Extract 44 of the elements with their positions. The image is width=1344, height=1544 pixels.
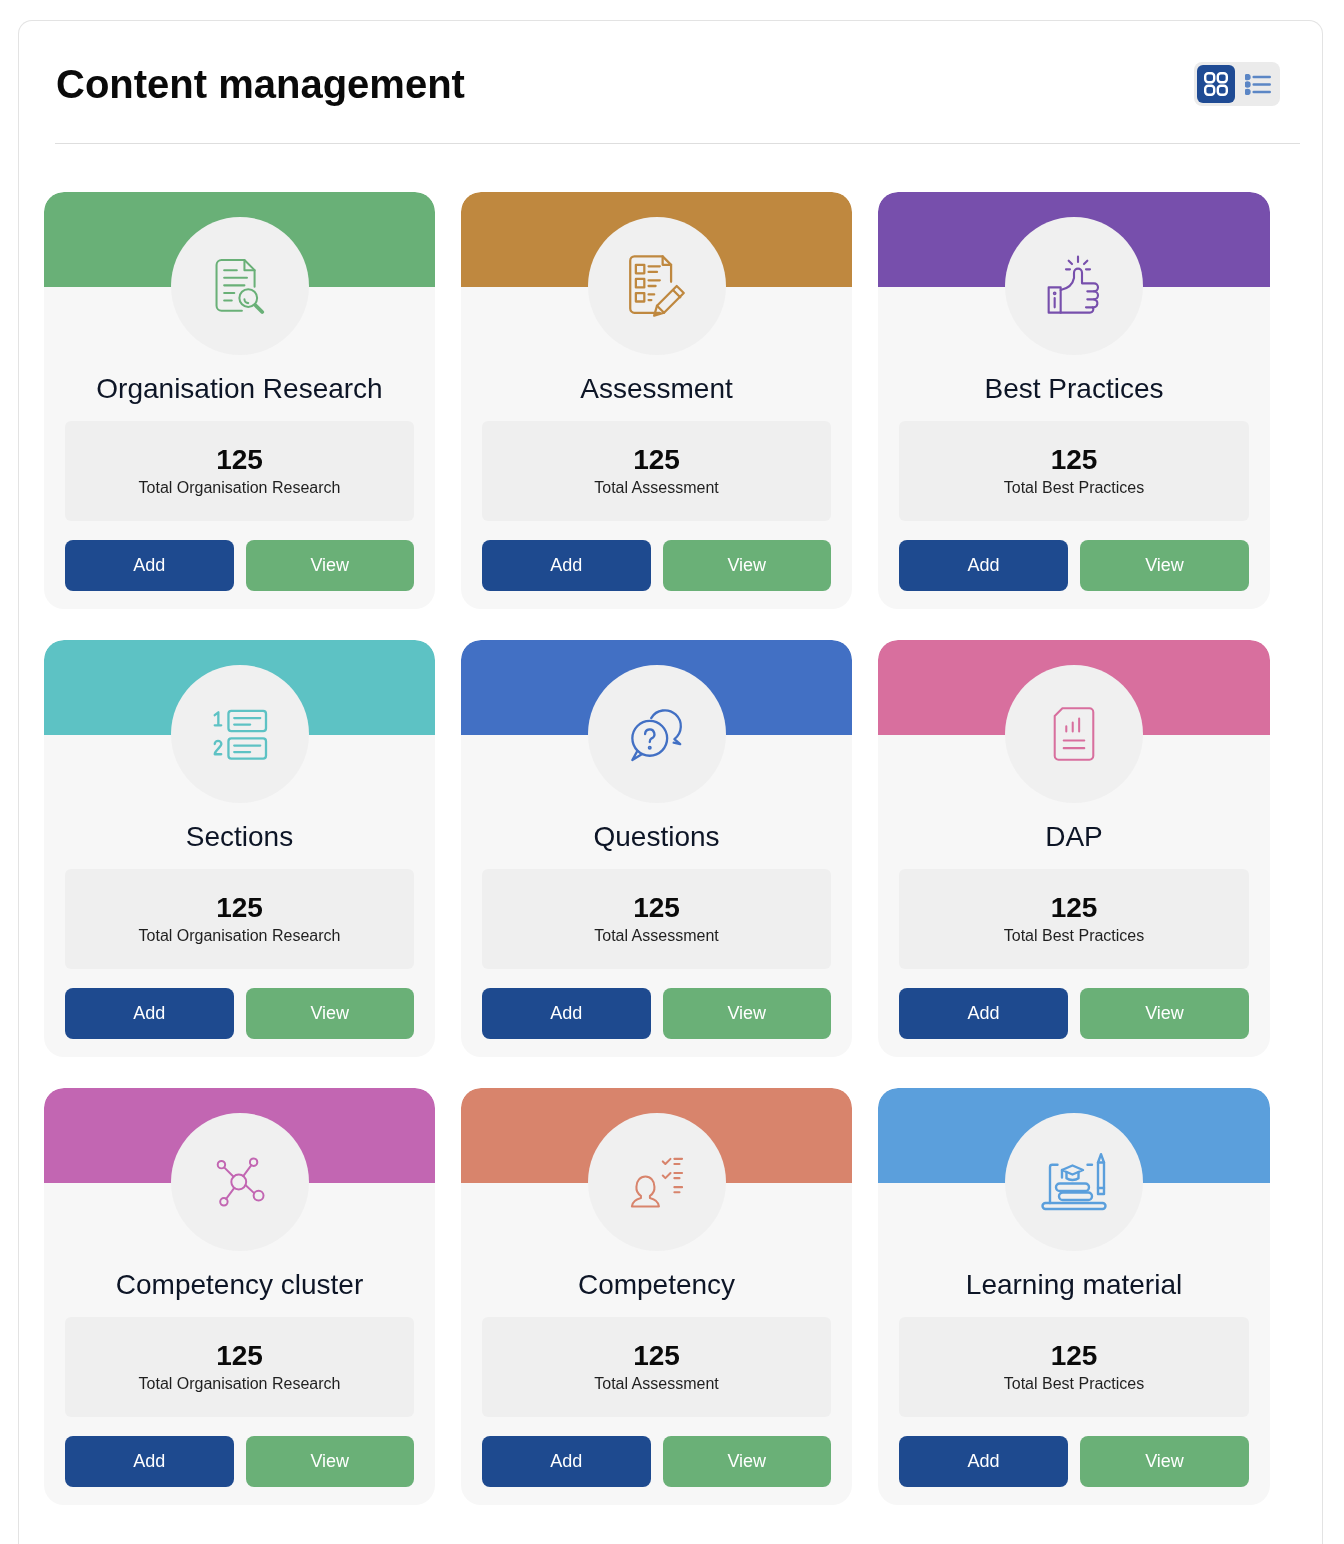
item-count: 125 [633,1340,680,1372]
add-button[interactable]: Add [899,1436,1068,1487]
count-label: Total Organisation Research [138,926,341,946]
item-count: 125 [633,892,680,924]
add-button[interactable]: Add [899,540,1068,591]
item-count: 125 [633,444,680,476]
grid-view-button[interactable] [1197,65,1235,103]
add-button[interactable]: Add [482,1436,651,1487]
item-count: 125 [1050,1340,1098,1372]
chart-document-icon [1053,707,1095,761]
item-count: 125 [216,444,263,476]
list-icon [1245,73,1271,95]
add-button[interactable]: Add [482,540,651,591]
item-count: 125 [216,892,263,924]
count-label: Total Best Practices [1003,926,1145,946]
page-title: Content management [56,61,465,107]
count-label: Total Organisation Research [138,1374,341,1394]
card-title: Sections [184,820,295,854]
card-title: DAP [1044,820,1104,854]
card-title: Assessment [579,372,734,406]
card-title: Organisation Research [95,372,384,406]
add-button[interactable]: Add [65,988,234,1039]
card-title: Competency cluster [114,1268,365,1302]
card-title: Questions [592,820,721,854]
document-search-icon [213,257,266,315]
card-title: Learning material [964,1268,1184,1302]
add-button[interactable]: Add [65,540,234,591]
count-label: Total Best Practices [1003,478,1145,498]
count-label: Total Assessment [594,926,719,946]
item-count: 125 [216,1340,263,1372]
card-title: Best Practices [983,372,1165,406]
checklist-pencil-icon [627,255,686,317]
network-icon [214,1156,265,1208]
add-button[interactable]: Add [65,1436,234,1487]
grid-icon [1204,72,1228,96]
item-count: 125 [1050,444,1098,476]
item-count: 125 [1050,892,1098,924]
count-label: Total Assessment [594,1374,719,1394]
count-label: Total Best Practices [1003,1374,1145,1394]
add-button[interactable]: Add [482,988,651,1039]
card-title: Competency [576,1268,737,1302]
count-label: Total Assessment [594,478,719,498]
add-button[interactable]: Add [899,988,1068,1039]
count-label: Total Organisation Research [138,478,341,498]
